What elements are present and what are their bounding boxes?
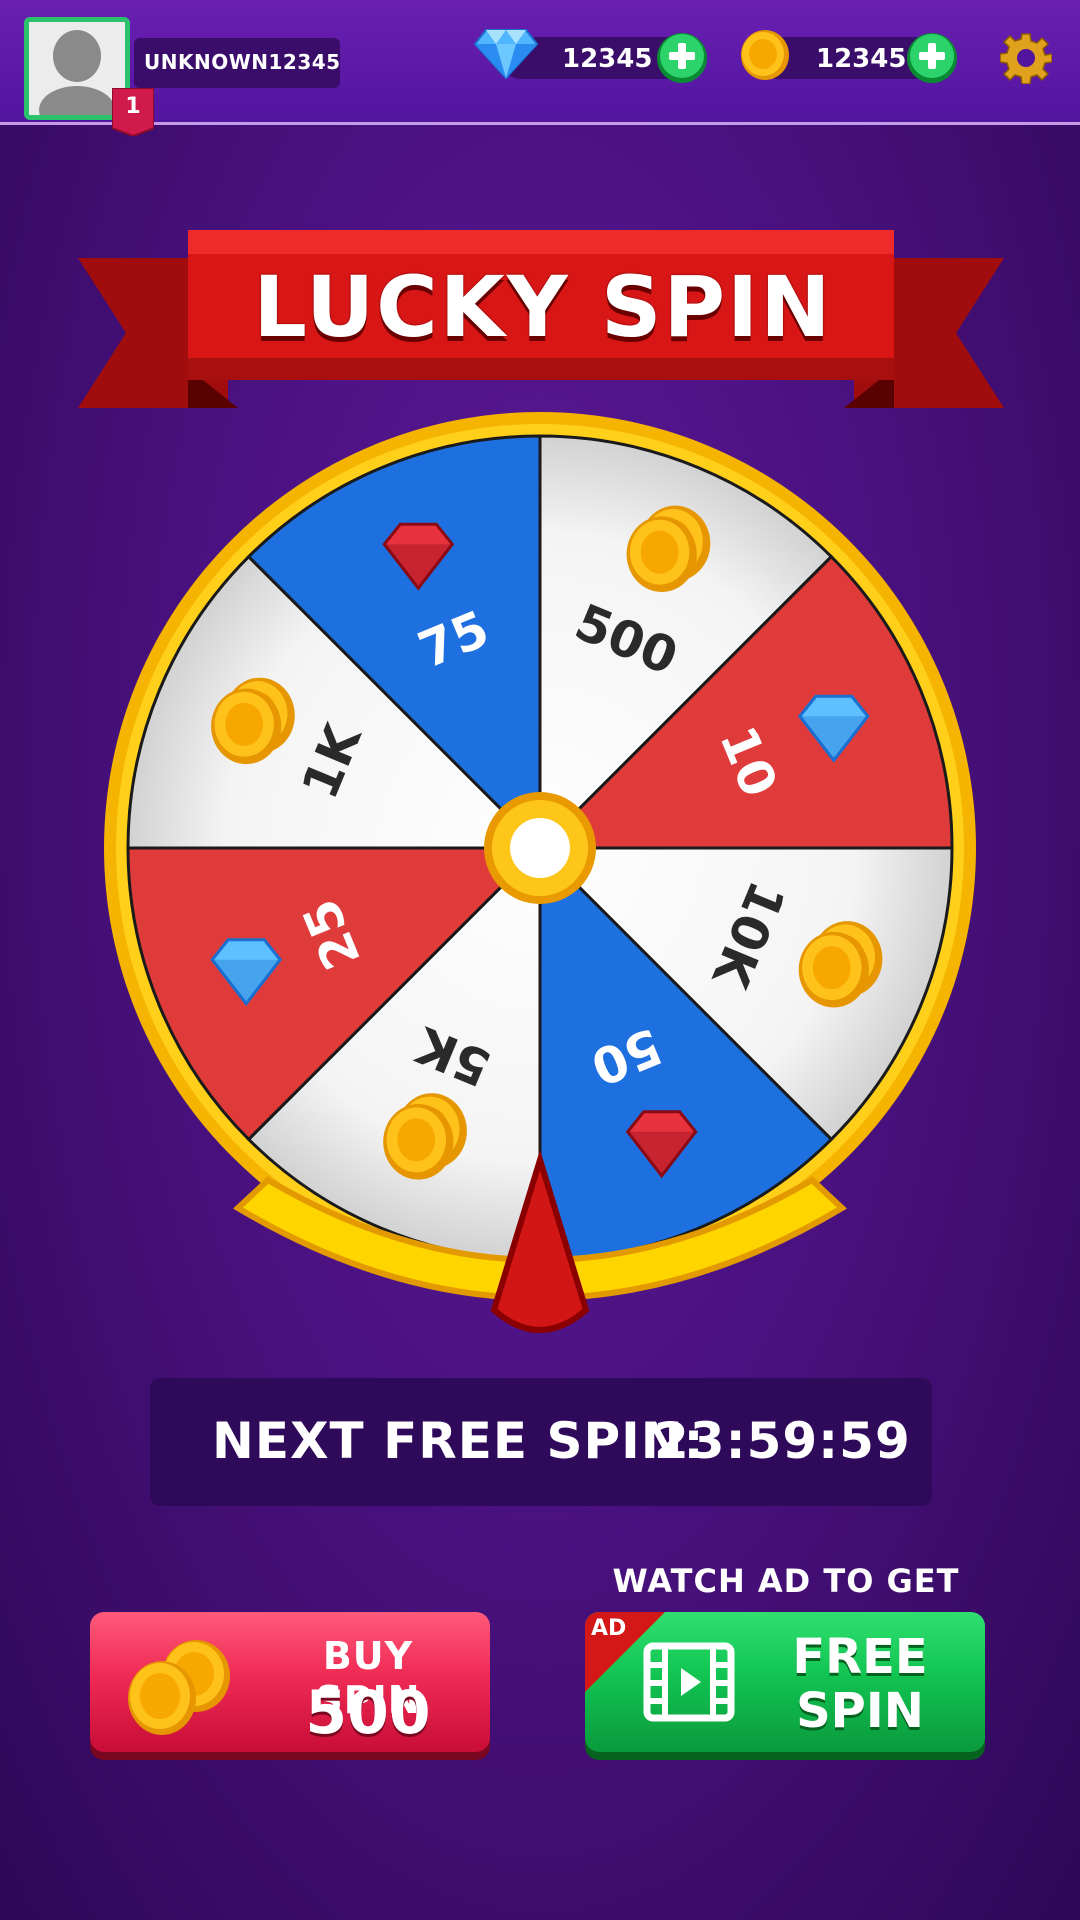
wheel-segment-label: 75: [410, 600, 496, 680]
wheel-segment-label: 1K: [291, 715, 374, 807]
wheel-segment-label: 10K: [700, 873, 796, 997]
coin-icon: [626, 505, 711, 593]
wheel-segment: [536, 554, 954, 850]
wheel-segment: [246, 434, 542, 852]
free-spin-line1: FREE: [792, 1629, 928, 1685]
ad-badge-label: AD: [591, 1616, 627, 1641]
wheel-pointer-icon: [490, 1149, 590, 1333]
ruby-icon: [625, 1110, 698, 1179]
video-icon: [643, 1642, 735, 1722]
diamond-icon: [474, 29, 538, 80]
wheel-segment: [126, 846, 544, 1142]
buy-spin-button[interactable]: BUY SPIN 500: [90, 1612, 490, 1752]
wheel-segment: [536, 846, 954, 1142]
wheel-stand: [233, 1176, 847, 1301]
free-spin-line2: SPIN: [796, 1683, 924, 1739]
user-silhouette-icon: [29, 22, 125, 115]
coin-icon: [383, 1093, 467, 1180]
wheel-segment-label: 50: [583, 1016, 669, 1096]
add-coins-button[interactable]: [906, 32, 958, 84]
coin-stack-icon: [128, 1640, 230, 1735]
coin-count: 12345: [816, 44, 907, 74]
wheel-segment-label: 25: [292, 891, 372, 977]
wheel-segment: [538, 434, 834, 852]
wheel-segment-label: 5K: [407, 1015, 499, 1098]
buy-spin-price: 500: [305, 1678, 431, 1748]
wheel-segments: 500 10 10K 50 5K 25 1K 75: [126, 434, 954, 1262]
watch-ad-caption: WATCH AD TO GET: [612, 1562, 960, 1600]
wheel-segment-label: 10: [708, 718, 788, 804]
add-gems-button[interactable]: [656, 32, 708, 84]
watch-ad-free-spin-button[interactable]: AD FREE SPIN: [585, 1612, 985, 1752]
wheel-segment: [538, 844, 834, 1262]
coin-icon: [798, 921, 883, 1008]
free-spin-label: FREE SPIN: [755, 1630, 965, 1738]
wheel-hub: [484, 792, 596, 904]
player-level: 1: [125, 94, 141, 119]
coin-icon: [741, 30, 789, 80]
gem-count: 12345: [562, 44, 653, 74]
wheel-segment-label: 500: [567, 593, 686, 687]
ruby-icon: [382, 522, 455, 591]
wheel-segment: [126, 554, 544, 850]
coin-icon: [211, 677, 295, 765]
diamond-icon: [797, 694, 870, 763]
next-free-spin-countdown: 23:59:59: [654, 1412, 911, 1470]
next-free-spin-label: NEXT FREE SPIN:: [212, 1412, 705, 1470]
diamond-icon: [210, 938, 283, 1007]
wheel-rim: [104, 412, 976, 1284]
gear-icon[interactable]: [1000, 32, 1052, 84]
player-name: UNKNOWN12345: [144, 50, 341, 74]
page-title: LUCKY SPIN: [253, 258, 833, 356]
wheel-segment: [246, 844, 542, 1262]
